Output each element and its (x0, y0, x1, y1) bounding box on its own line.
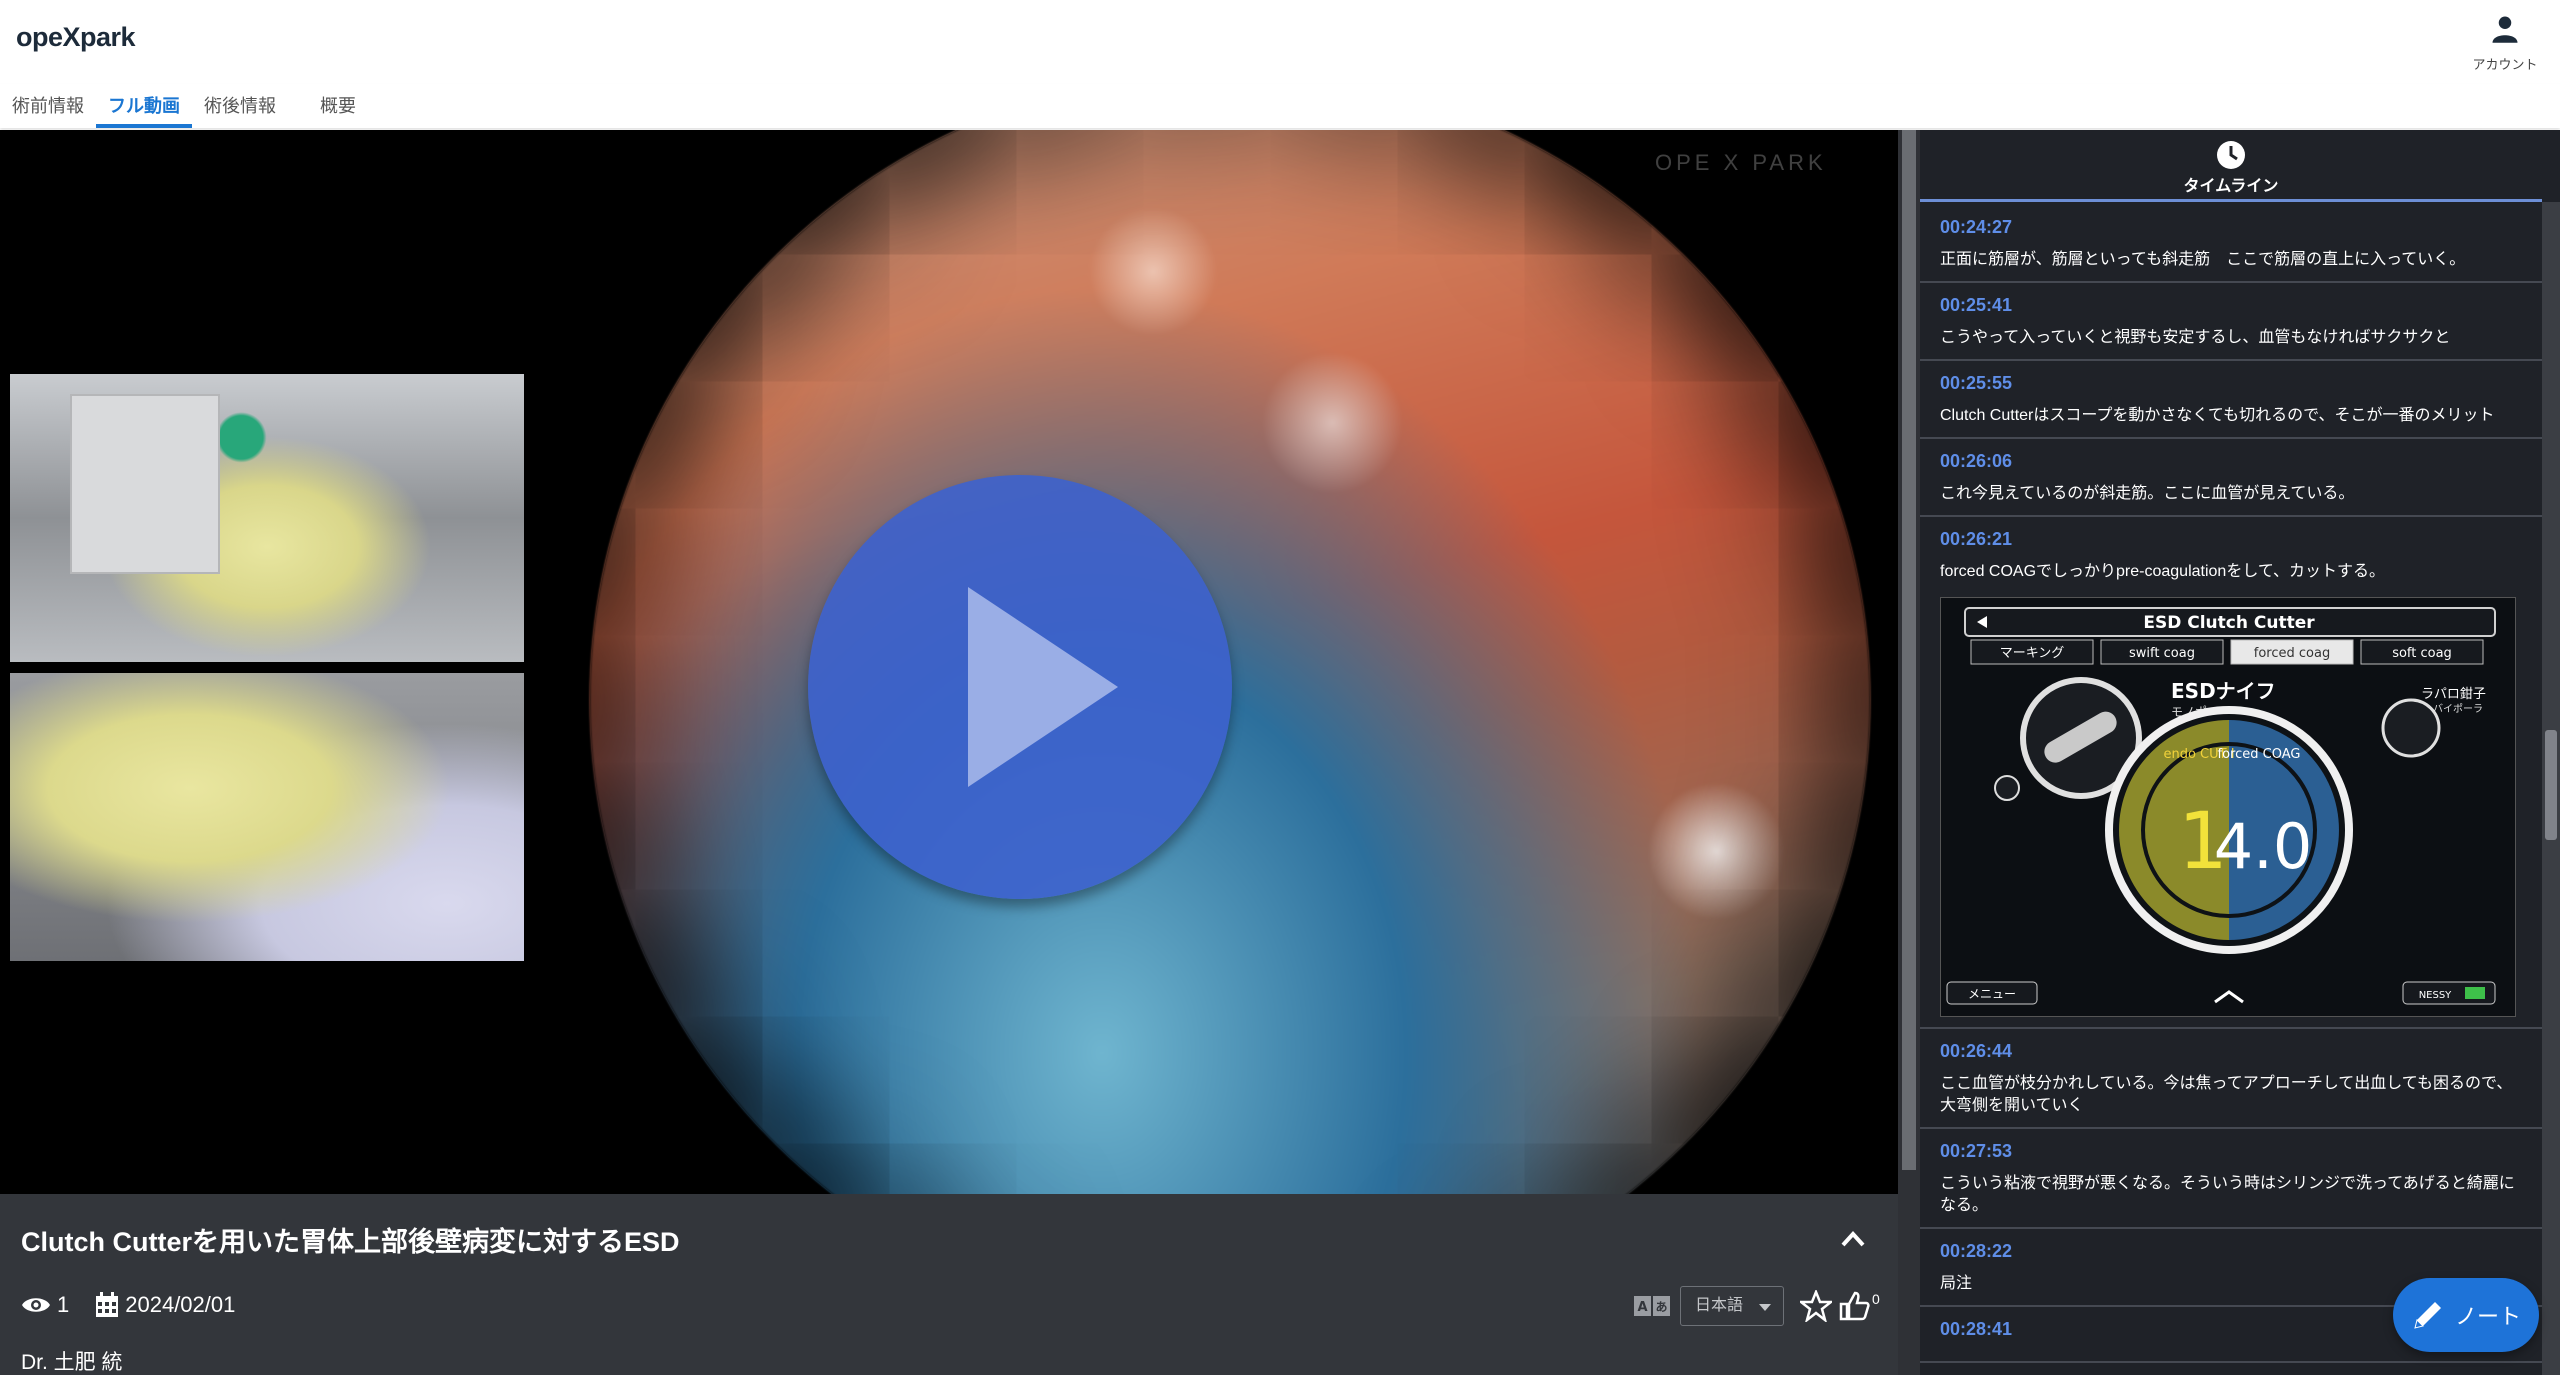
generator-menu-label: メニュー (1968, 987, 2016, 1001)
view-count: 1 (57, 1292, 70, 1317)
clock-icon (2217, 141, 2245, 169)
generator-mode: soft coag (2392, 646, 2452, 661)
room-camera-top (10, 374, 524, 662)
room-camera-bottom (10, 673, 524, 961)
eye-icon (22, 1298, 50, 1312)
play-button[interactable] (808, 475, 1232, 899)
divider-scrollbar[interactable] (1902, 130, 1916, 1170)
timeline-scrollbar-thumb[interactable] (2545, 730, 2557, 840)
timeline-text: ここ血管が枝分かれしている。今は焦ってアプローチして出血しても困るので、大弯側を… (1940, 1075, 2513, 1114)
timeline-text: こういう粘液で視野が悪くなる。そういう時はシリンジで洗ってあげると綺麗になる。 (1940, 1175, 2515, 1214)
generator-forceps-sub: バイポーラ (2433, 703, 2483, 715)
timeline-entry[interactable]: 00:25:41 こうやって入っていくと視野も安定するし、血管もなければサクサク… (1920, 283, 2542, 361)
chevron-up-icon[interactable] (1840, 1228, 1866, 1250)
note-button-label: ノート (2454, 1304, 2521, 1329)
timeline-entry[interactable]: 00:24:27 正面に筋層が、筋層といっても斜走筋 ここで筋層の直上に入ってい… (1920, 205, 2542, 283)
thumbs-up-icon[interactable] (1838, 1290, 1870, 1322)
timeline-text: 正面に筋層が、筋層といっても斜走筋 ここで筋層の直上に入っていく。 (1940, 251, 2466, 268)
star-icon[interactable] (1800, 1290, 1832, 1322)
timeline-timestamp[interactable]: 00:24:27 (1940, 217, 2522, 243)
timeline-timestamp[interactable]: 00:25:41 (1940, 295, 2522, 321)
timeline-timestamp[interactable]: 00:26:44 (1940, 1041, 2522, 1067)
app-header: opeXpark アカウント (0, 0, 2560, 82)
publish-date: 2024/02/01 (125, 1292, 236, 1317)
play-icon (968, 587, 1118, 787)
timeline-entry[interactable]: 00:26:21 forced COAGでしっかりpre-coagulation… (1920, 517, 2542, 1029)
video-meta: 1 2024/02/01 (21, 1290, 235, 1320)
video-title: Clutch Cutterを用いた胃体上部後壁病変に対するESD (21, 1227, 680, 1257)
language-select[interactable]: 日本語 (1680, 1286, 1784, 1326)
video-tools: A あ 日本語 0 (1634, 1284, 1880, 1328)
account-button[interactable]: アカウント (2466, 14, 2544, 73)
generator-mode: swift coag (2129, 646, 2195, 661)
like-count: 0 (1872, 1291, 1880, 1307)
timeline-sidebar: タイムライン 00:24:27 正面に筋層が、筋層といっても斜走筋 ここで筋層の… (1920, 130, 2560, 1375)
tab-full-video[interactable]: フル動画 (96, 84, 192, 128)
generator-nessy-label: NESSY (2419, 990, 2452, 1001)
timeline-timestamp[interactable]: 00:26:21 (1940, 529, 2522, 555)
timeline-text: Clutch Cutterはスコープを動かさなくても切れるので、そこが一番のメリ… (1940, 407, 2495, 424)
pencil-icon (2414, 1302, 2441, 1329)
timeline-thumbnail[interactable]: ESD Clutch Cutter マーキング swift coag force… (1940, 597, 2516, 1017)
generator-mode: forced coag (2254, 646, 2330, 661)
calendar-icon (96, 1292, 119, 1317)
video-player[interactable]: OPE X PARK (0, 130, 1898, 1194)
panel-divider[interactable] (1898, 130, 1920, 1375)
translate-icon: A あ (1634, 1296, 1670, 1316)
timeline-entry[interactable]: 00:25:55 Clutch Cutterはスコープを動かさなくても切れるので… (1920, 361, 2542, 439)
timeline-text: こうやって入っていくと視野も安定するし、血管もなければサクサクと (1940, 329, 2451, 346)
timeline-timestamp[interactable]: 00:26:06 (1940, 451, 2522, 477)
timeline-entry[interactable]: 00:27:53 こういう粘液で視野が悪くなる。そういう時はシリンジで洗ってあげ… (1920, 1129, 2542, 1229)
video-info-panel: Clutch Cutterを用いた胃体上部後壁病変に対するESD 1 2024/… (0, 1194, 1898, 1375)
timeline-entry[interactable]: 00:26:44 ここ血管が枝分かれしている。今は焦ってアプローチして出血しても… (1920, 1029, 2542, 1129)
doctor-name: Dr. 土肥 統 (21, 1351, 123, 1374)
generator-coag-label: forced COAG (2218, 747, 2301, 762)
timeline-list: 00:24:27 正面に筋層が、筋層といっても斜走筋 ここで筋層の直上に入ってい… (1920, 205, 2542, 1363)
tab-overview[interactable]: 概要 (290, 84, 386, 128)
person-icon (2492, 16, 2518, 43)
generator-mode: マーキング (2000, 646, 2065, 661)
generator-forceps-label: ラパロ鉗子 (2421, 686, 2486, 702)
timeline-text: これ今見えているのが斜走筋。ここに血管が見えている。 (1940, 485, 2355, 502)
generator-knife-label: ESDナイフ (2171, 679, 2276, 703)
timeline-text: forced COAGでしっかりpre-coagulationをして、カットする… (1940, 563, 2386, 580)
timeline-title: タイムライン (2183, 178, 2279, 195)
svg-text:あ: あ (1655, 1300, 1667, 1314)
tab-bar: 術前情報 フル動画 術後情報 概要 (0, 84, 2560, 128)
tab-postop[interactable]: 術後情報 (192, 84, 288, 128)
account-label: アカウント (2472, 57, 2538, 72)
logo[interactable]: opeXpark (16, 22, 136, 53)
note-button[interactable]: ノート (2393, 1278, 2539, 1352)
tab-preop[interactable]: 術前情報 (0, 84, 96, 128)
generator-screen-image: ESD Clutch Cutter マーキング swift coag force… (1941, 598, 2515, 1016)
timeline-timestamp[interactable]: 00:25:55 (1940, 373, 2522, 399)
generator-coag-value: 4.0 (2214, 810, 2313, 883)
timeline-entry[interactable]: 00:26:06 これ今見えているのが斜走筋。ここに血管が見えている。 (1920, 439, 2542, 517)
video-watermark: OPE X PARK (1655, 150, 1827, 175)
svg-text:A: A (1637, 1300, 1647, 1315)
timeline-scrollbar[interactable] (2542, 202, 2560, 1375)
generator-device-label: ESD Clutch Cutter (2143, 613, 2315, 633)
timeline-timestamp[interactable]: 00:27:53 (1940, 1141, 2522, 1167)
equipment-tower (70, 394, 220, 574)
timeline-timestamp[interactable]: 00:28:22 (1940, 1241, 2522, 1267)
timeline-header[interactable]: タイムライン (1920, 130, 2542, 202)
